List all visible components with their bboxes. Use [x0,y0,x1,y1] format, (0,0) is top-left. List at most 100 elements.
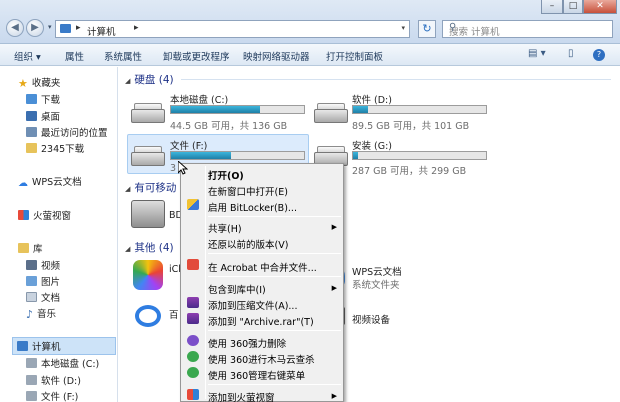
recent-pages-chevron-icon[interactable]: ▾ [48,23,52,31]
menu-item-open[interactable]: 打开(O) [208,168,244,182]
sidebar-item-wps-cloud[interactable]: ☁ WPS云文档 [18,174,82,189]
drive-free-space: 3 [170,163,177,174]
baidu-netdisk-icon [135,305,161,327]
drive-free-space: 287 GB 可用，共 299 GB [352,166,467,177]
menu-item-acrobat-merge[interactable]: 在 Acrobat 中合并文件... [208,260,317,274]
hard-drive-icon [131,103,165,123]
menu-item-include-library[interactable]: 包含到库中(I) [208,282,266,296]
sidebar-item-music[interactable]: ♪ 音乐 [26,306,56,321]
view-options-icon[interactable]: ▤ ▾ [528,48,546,59]
computer-icon [60,24,71,33]
menu-item-add-huorong[interactable]: 添加到火萤视窗 [208,390,275,402]
sidebar-item-drive-c[interactable]: 本地磁盘 (C:) [26,356,99,370]
submenu-arrow-icon: ▶ [331,223,337,231]
drive-usage-bar [352,151,487,160]
preview-pane-icon[interactable]: ▯ [568,48,574,59]
minimize-button[interactable]: – [541,0,563,14]
hard-drive-icon [26,375,37,385]
group-removable[interactable]: ◢ 有可移动 [125,180,176,195]
library-icon [18,243,29,253]
sidebar-item-computer[interactable]: 计算机 [12,337,116,355]
other-item-sublabel: 系统文件夹 [352,280,400,291]
drive-usage-bar [170,105,305,114]
bd-drive-icon [131,200,165,228]
drive-free-space: 89.5 GB 可用，共 101 GB [352,121,470,132]
drive-name: 本地磁盘 (C:) [170,95,229,106]
properties-button[interactable]: 属性 [65,49,84,63]
sidebar-item-libraries[interactable]: 库 [18,241,43,255]
folder-icon [26,143,37,153]
menu-item-share[interactable]: 共享(H) [208,221,242,235]
hard-drive-icon [314,103,348,123]
maximize-button[interactable]: □ [563,0,583,14]
menu-item-add-archive-rar[interactable]: 添加到 "Archive.rar"(T) [208,314,314,328]
sidebar-item-recent[interactable]: 最近访问的位置 [26,125,108,139]
drive-name: 文件 (F:) [170,141,208,152]
help-icon[interactable]: ? [593,49,605,61]
star-icon: ★ [18,77,28,90]
sidebar-item-favorites[interactable]: ★ 收藏夹 [18,75,60,90]
group-hard-disks[interactable]: ◢ 硬盘 (4) [125,72,174,87]
forward-button[interactable]: ▶ [26,19,44,37]
sidebar-item-drive-d[interactable]: 软件 (D:) [26,373,81,387]
menu-item-add-archive[interactable]: 添加到压缩文件(A)... [208,298,297,312]
organize-button[interactable]: 组织 ▾ [14,49,41,63]
sidebar-item-documents[interactable]: 文档 [26,290,60,304]
navigation-pane: ★ 收藏夹 下载 桌面 最近访问的位置 2345下载 ☁ WPS云文档 火萤视窗 库… [0,67,118,402]
collapse-icon[interactable]: ◢ [125,245,130,253]
360-manage-icon [187,367,199,378]
address-dropdown-icon[interactable]: ▾ [401,24,405,32]
menu-item-360-manage[interactable]: 使用 360管理右键菜单 [208,368,305,382]
menu-item-restore-versions[interactable]: 还原以前的版本(V) [208,237,288,251]
search-input[interactable]: 搜索 计算机 ⚲ [442,20,613,38]
search-icon[interactable]: ⚲ [449,22,608,33]
collapse-icon[interactable]: ◢ [125,185,130,193]
menu-separator [208,330,341,331]
close-button[interactable]: ✕ [583,0,617,14]
mouse-cursor-icon [178,161,188,175]
menu-item-bitlocker[interactable]: 启用 BitLocker(B)... [208,200,297,214]
context-menu: 打开(O) 在新窗口中打开(E) 启用 BitLocker(B)... 共享(H… [180,163,344,402]
command-bar: 组织 ▾ 属性 系统属性 卸载或更改程序 映射网络驱动器 打开控制面板 ▤ ▾ … [0,44,620,66]
collapse-icon[interactable]: ◢ [125,77,130,85]
system-properties-button[interactable]: 系统属性 [104,49,142,63]
uninstall-button[interactable]: 卸载或更改程序 [163,49,230,63]
map-drive-button[interactable]: 映射网络驱动器 [243,49,310,63]
downloads-folder-icon [26,94,37,104]
sidebar-item-2345[interactable]: 2345下载 [26,141,84,155]
menu-separator [208,253,341,254]
hard-drive-icon [131,146,165,166]
menu-separator [208,216,341,217]
back-button[interactable]: ◀ [6,19,24,37]
group-divider [181,79,611,80]
drive-usage-bar [170,151,305,160]
refresh-button[interactable]: ↻ [418,20,436,38]
menu-item-360-delete[interactable]: 使用 360强力删除 [208,336,286,350]
video-icon [26,260,37,270]
huorong-icon [187,389,199,400]
control-panel-button[interactable]: 打开控制面板 [326,49,383,63]
360-delete-icon [187,335,199,346]
360-scan-icon [187,351,199,362]
drive-name: 软件 (D:) [352,95,392,106]
sidebar-item-desktop[interactable]: 桌面 [26,109,60,123]
sidebar-item-pictures[interactable]: 图片 [26,274,60,288]
submenu-arrow-icon: ▶ [331,392,337,400]
cloud-icon: ☁ [18,178,28,189]
sidebar-item-downloads[interactable]: 下载 [26,92,60,106]
sidebar-item-videos[interactable]: 视频 [26,258,60,272]
menu-item-360-scan[interactable]: 使用 360进行木马云查杀 [208,352,315,366]
shield-icon [187,199,199,210]
picture-icon [26,276,37,286]
breadcrumb-computer[interactable]: 计算机 [87,24,116,38]
breadcrumb-chevron-icon[interactable]: ▸ [76,23,81,33]
sidebar-item-huorong[interactable]: 火萤视窗 [18,208,71,222]
menu-separator [208,276,341,277]
address-bar[interactable]: ▸ 计算机 ▸ ▾ [55,20,410,38]
app-icon [18,210,29,220]
menu-item-open-new-window[interactable]: 在新窗口中打开(E) [208,184,288,198]
breadcrumb-chevron-icon[interactable]: ▸ [134,23,139,33]
group-other[interactable]: ◢ 其他 (4) [125,240,174,255]
sidebar-item-drive-f[interactable]: 文件 (F:) [26,389,78,402]
menu-separator [208,384,341,385]
